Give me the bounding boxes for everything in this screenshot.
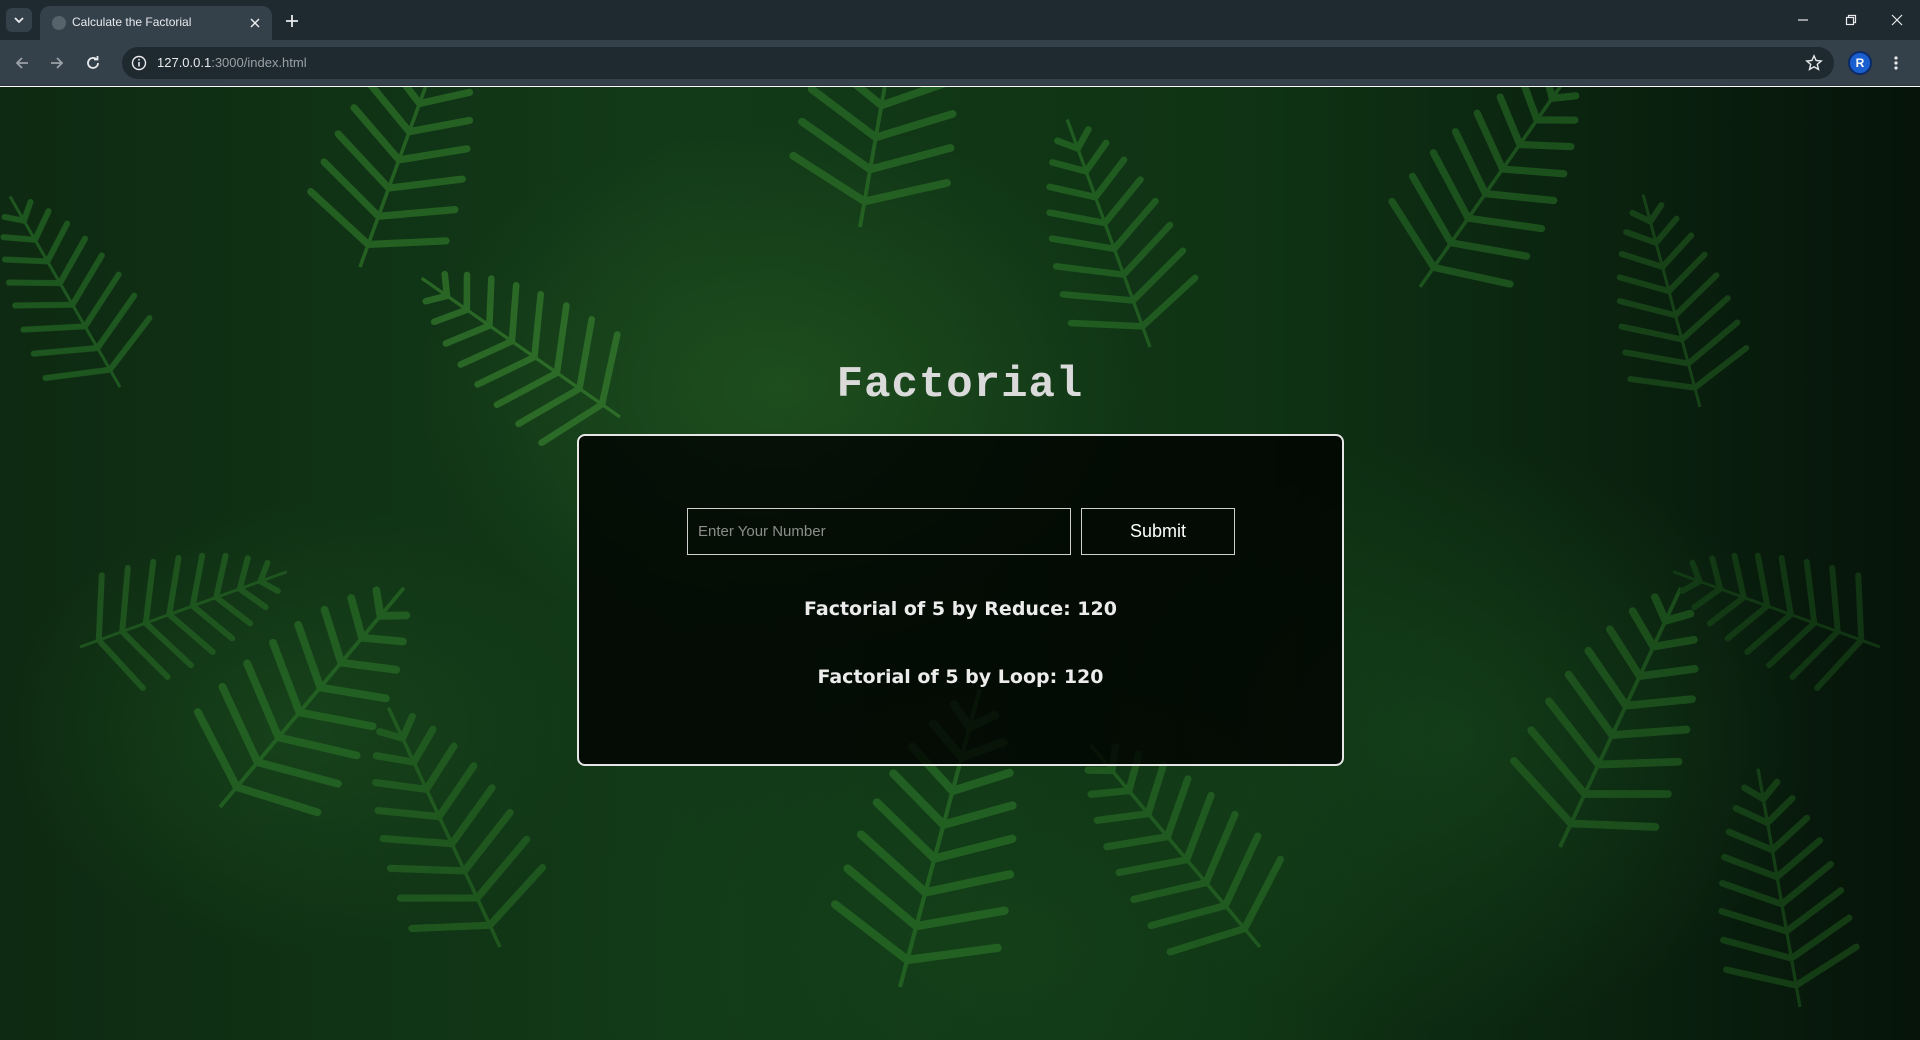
page-title: Factorial (836, 360, 1084, 410)
submit-button[interactable]: Submit (1081, 508, 1235, 555)
close-icon (250, 18, 260, 28)
arrow-right-icon (51, 57, 64, 69)
page-viewport: Factorial Submit Factorial of 5 by Reduc… (0, 87, 1920, 1040)
star-icon (1805, 54, 1823, 71)
restore-icon (1845, 14, 1857, 26)
arrow-left-icon (15, 57, 28, 69)
restore-button[interactable] (1828, 0, 1874, 40)
bookmark-button[interactable] (1804, 53, 1824, 73)
tab-close-button[interactable] (246, 14, 264, 32)
site-info-button[interactable] (130, 54, 148, 72)
plus-icon (286, 15, 298, 27)
tab-active[interactable]: Calculate the Factorial (40, 6, 272, 40)
browser-menu-button[interactable] (1884, 51, 1908, 75)
profile-avatar-button[interactable]: R (1848, 51, 1872, 75)
result-loop: Factorial of 5 by Loop: 120 (817, 666, 1104, 688)
forward-button[interactable] (45, 51, 69, 75)
reload-icon (87, 56, 99, 69)
result-reduce: Factorial of 5 by Reduce: 120 (804, 598, 1117, 620)
reload-button[interactable] (81, 51, 105, 75)
more-vertical-icon (1894, 56, 1898, 70)
minimize-icon (1798, 19, 1808, 21)
url-host: 127.0.0.1 (157, 55, 212, 70)
number-input[interactable] (687, 508, 1071, 555)
back-button[interactable] (10, 51, 34, 75)
factorial-card: Submit Factorial of 5 by Reduce: 120 Fac… (577, 434, 1344, 766)
info-icon (131, 55, 147, 71)
browser-toolbar: 127.0.0.1:3000/index.html R (0, 40, 1920, 86)
browser-tabstrip: Calculate the Factorial (0, 0, 1920, 40)
new-tab-button[interactable] (280, 9, 304, 33)
chevron-down-icon (14, 17, 24, 24)
tab-search-button[interactable] (6, 8, 32, 32)
address-bar[interactable]: 127.0.0.1:3000/index.html (122, 47, 1834, 79)
url-path: :3000/index.html (211, 55, 307, 70)
tab-favicon-icon (52, 16, 66, 30)
tab-title: Calculate the Factorial (72, 15, 192, 29)
close-icon (1891, 14, 1903, 26)
minimize-button[interactable] (1780, 0, 1826, 40)
close-window-button[interactable] (1874, 0, 1920, 40)
url-text: 127.0.0.1:3000/index.html (157, 55, 307, 70)
